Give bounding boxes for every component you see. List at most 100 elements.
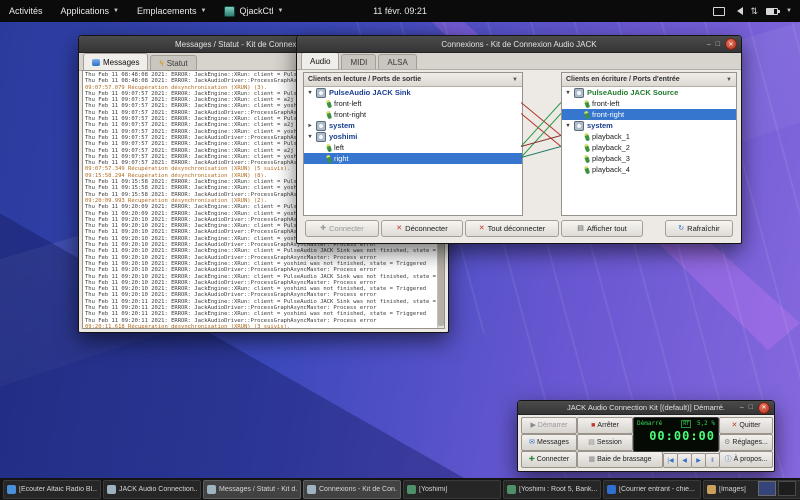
log-line: 09:20:11.618 Récupération désynchronisat… [85,324,444,329]
expander-icon[interactable]: ▾▸ [307,122,313,129]
connect-window-button[interactable]: ✚ Connecter [521,451,577,468]
session-button[interactable]: ▤ Session [577,434,633,451]
tree-row[interactable]: ▾▸ playback_4 [562,164,736,175]
window-buttons: – □ ✕ [740,401,770,414]
qjackctl-main-window: JACK Audio Connection Kit [(default)] Dé… [517,400,775,472]
stop-button[interactable]: ■ Arrêter [577,417,633,434]
patchbay-button[interactable]: ▦ Baie de brassage [577,451,663,468]
connections-titlebar[interactable]: Connexions - Kit de Connexion Audio JACK… [297,36,741,53]
taskbar: [Écouter Altaic Radio Bl... JACK Audio C… [0,478,800,500]
tree-row[interactable]: ▾▸ PulseAudio JACK Sink [304,87,522,98]
activities-button[interactable]: Activités [0,0,52,22]
refresh-button[interactable]: ↻ Rafraîchir [665,220,733,237]
tree-row[interactable]: ▾▸ right [304,153,522,164]
tree-item-label: playback_4 [592,165,630,174]
chevron-down-icon: ▼ [726,77,732,83]
places-label: Emplacements [137,6,197,16]
tree-row[interactable]: ▾▸ playback_3 [562,153,736,164]
tree-item-label: front-right [592,110,624,119]
transport-button[interactable]: ◀ [677,453,692,468]
stop-label: Arrêter [597,422,618,429]
minimize-button[interactable]: – [707,41,711,48]
system-tray[interactable]: ⇅ ▼ [713,0,793,22]
tree-row[interactable]: ▾▸ system [562,120,736,131]
tab-midi[interactable]: MIDI [341,54,376,69]
window-app-icon [707,485,716,494]
tree-row[interactable]: ▾▸ front-right [562,109,736,120]
quit-button[interactable]: ✕ Quitter [719,417,773,434]
tree-row[interactable]: ▾▸ PulseAudio JACK Source [562,87,736,98]
screen: Activités Applications ▼ Emplacements ▼ … [0,0,800,500]
expander-icon[interactable]: ▾▸ [307,89,313,96]
log-line: Thu Feb 11 09:20:10 2021: ERROR: JackEng… [85,248,444,254]
window-app-icon [407,485,416,494]
chevron-down-icon: ▼ [278,8,284,14]
plug-icon: ✚ [529,456,535,463]
tree-row[interactable]: ▾▸ playback_1 [562,131,736,142]
taskbar-window-button[interactable]: [Yoshimi : Root 5, Bank... [503,480,601,499]
about-button[interactable]: ⓘ À propos... [719,451,773,468]
settings-button[interactable]: ⚙ Réglages... [719,434,773,451]
applications-menu[interactable]: Applications ▼ [52,0,128,22]
taskbar-window-button[interactable]: [Écouter Altaic Radio Bl... [3,480,101,499]
transport-button[interactable]: ‖ [705,453,720,468]
taskbar-window-label: [Images] [719,486,746,493]
taskbar-window-button[interactable]: JACK Audio Connection... [103,480,201,499]
taskbar-window-button[interactable]: [Courrier entrant - chie... [603,480,701,499]
connections-tabbar: Audio MIDI ALSA [297,53,741,70]
close-button[interactable]: ✕ [725,38,737,50]
disconnect-all-button[interactable]: ✕ Tout déconnecter [465,220,559,237]
tree-item-label: left [334,143,344,152]
tree-item-label: playback_2 [592,143,630,152]
workspace-switcher [758,481,796,496]
tree-row[interactable]: ▾▸ yoshimi [304,131,522,142]
disconnect-button[interactable]: ✕ Déconnecter [381,220,463,237]
tree-row[interactable]: ▾▸ front-left [562,98,736,109]
expander-icon[interactable]: ▾▸ [565,89,571,96]
port-icon [326,154,332,163]
tab-messages[interactable]: Messages [83,53,148,70]
tab-audio[interactable]: Audio [301,52,339,69]
transport-button[interactable]: |◀ [663,453,678,468]
tree-row[interactable]: ▾▸ left [304,142,522,153]
tree-row[interactable]: ▾▸ front-right [304,109,522,120]
messages-button[interactable]: ✉ Messages [521,434,577,451]
clock[interactable]: 11 févr. 09:21 [373,0,427,22]
taskbar-window-button[interactable]: Messages / Statut - Kit d... [203,480,301,499]
close-button[interactable]: ✕ [758,402,770,414]
connections-window-title: Connexions - Kit de Connexion Audio JACK [441,40,596,49]
taskbar-window-button[interactable]: Connexions - Kit de Con... [303,480,401,499]
maximize-button[interactable]: □ [749,404,753,411]
chevron-down-icon: ▼ [512,77,518,83]
main-titlebar[interactable]: JACK Audio Connection Kit [(default)] Dé… [518,401,774,415]
output-panel-header[interactable]: Clients en lecture / Ports de sortie ▼ [304,73,522,87]
tree-row[interactable]: ▾▸ playback_2 [562,142,736,153]
tab-status[interactable]: ϟ Statut [150,55,196,70]
connect-button[interactable]: ✚ Connecter [305,220,379,237]
workspace-1[interactable] [758,481,776,496]
input-panel-title: Clients en écriture / Ports d'entrée [566,76,680,83]
show-all-button[interactable]: ▤ Afficher tout [561,220,643,237]
taskbar-window-label: Messages / Statut - Kit d... [219,486,297,493]
minimize-button[interactable]: – [740,404,744,411]
tree-row[interactable]: ▾▸ system [304,120,522,131]
play-icon: ▶ [531,422,536,429]
transport-button[interactable]: ▶ [691,453,706,468]
expander-icon[interactable]: ▾▸ [565,122,571,129]
connection-lines [521,72,561,216]
taskbar-window-button[interactable]: [Yoshimi] [403,480,501,499]
envelope-icon: ✉ [529,439,535,446]
input-panel-header[interactable]: Clients en écriture / Ports d'entrée ▼ [562,73,736,87]
expander-icon[interactable]: ▾▸ [307,133,313,140]
scrollbar-thumb[interactable] [438,239,444,326]
volume-icon [733,7,743,15]
places-menu[interactable]: Emplacements ▼ [128,0,215,22]
tree-row[interactable]: ▾▸ front-left [304,98,522,109]
maximize-button[interactable]: □ [716,41,720,48]
start-button[interactable]: ▶ Démarrer [521,417,577,434]
workspace-2[interactable] [778,481,796,496]
refresh-label: Rafraîchir [687,224,720,233]
tab-alsa[interactable]: ALSA [378,54,416,69]
network-icon: ⇅ [751,7,759,16]
appmenu-qjackctl[interactable]: QjackCtl ▼ [215,0,292,22]
